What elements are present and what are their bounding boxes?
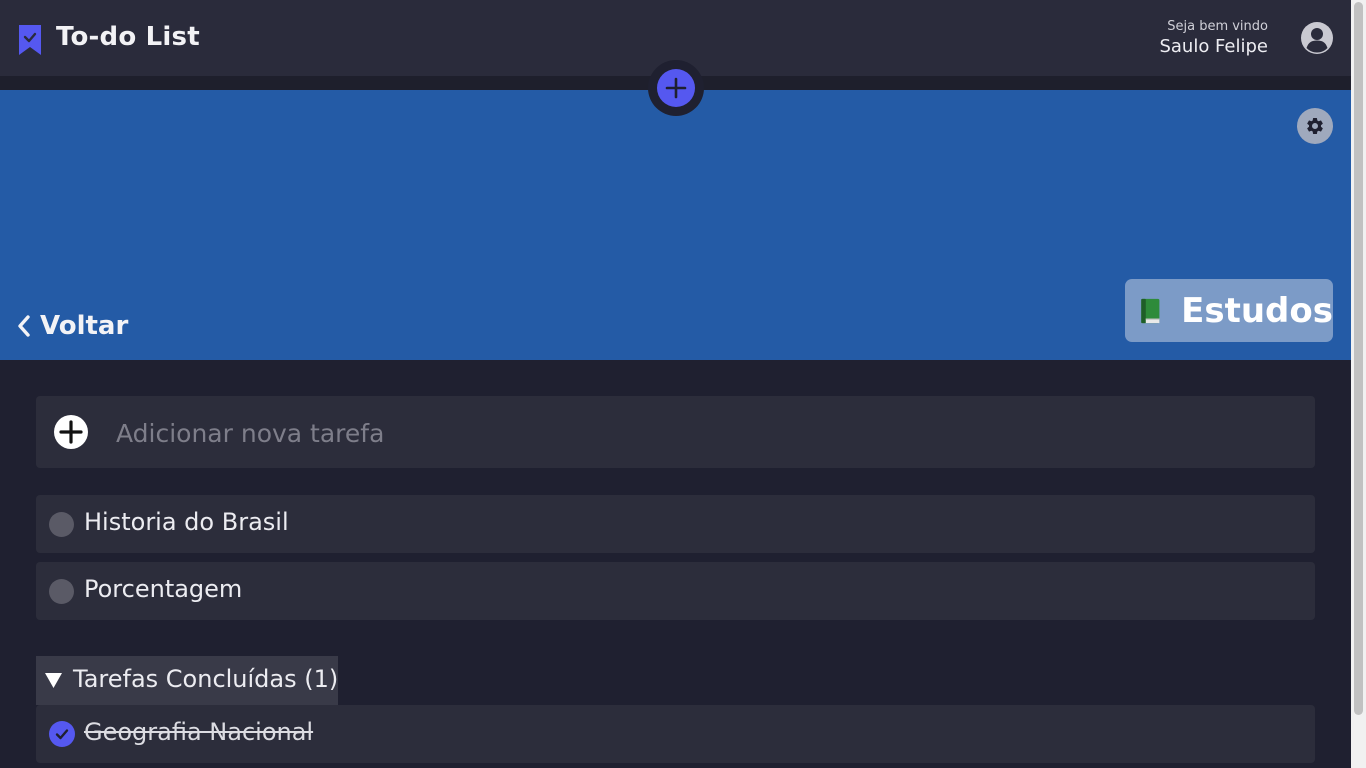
completed-task-item[interactable]: Geografia Nacional [36, 705, 1315, 763]
completed-tasks-toggle[interactable]: Tarefas Concluídas (1) [36, 656, 338, 705]
add-task-plus-icon[interactable] [53, 414, 89, 450]
gear-icon [1307, 117, 1323, 134]
task-label: Historia do Brasil [84, 508, 289, 536]
list-settings-button[interactable] [1297, 108, 1333, 144]
add-task-input[interactable] [114, 412, 1298, 454]
triangle-down-icon [45, 673, 62, 688]
scrollbar-thumb[interactable] [1354, 2, 1363, 715]
welcome-text: Seja bem vindo [1167, 19, 1268, 34]
list-title-badge: Estudos [1125, 279, 1333, 342]
plus-icon [665, 77, 687, 99]
chevron-left-icon [18, 315, 30, 337]
list-title: Estudos [1181, 290, 1333, 331]
completed-tasks-label: Tarefas Concluídas (1) [73, 665, 339, 693]
user-circle-icon[interactable] [1301, 22, 1333, 54]
task-complete-toggle[interactable] [49, 579, 74, 604]
add-task-bar [36, 396, 1315, 468]
app-title: To-do List [56, 22, 200, 52]
bookmark-check-icon [19, 25, 41, 55]
task-complete-toggle[interactable] [49, 512, 74, 537]
green-book-icon [1141, 298, 1160, 323]
check-icon [55, 729, 69, 740]
back-label: Voltar [40, 311, 129, 341]
task-item[interactable]: Porcentagem [36, 562, 1315, 620]
back-button[interactable]: Voltar [16, 309, 128, 343]
task-label: Porcentagem [84, 575, 243, 603]
user-name: Saulo Felipe [1159, 36, 1268, 57]
welcome-block: Seja bem vindo Saulo Felipe [1159, 19, 1268, 59]
task-complete-toggle[interactable] [49, 721, 75, 747]
page-scrollbar[interactable] [1351, 0, 1366, 768]
task-label: Geografia Nacional [84, 718, 314, 746]
task-item[interactable]: Historia do Brasil [36, 495, 1315, 553]
add-list-button[interactable] [657, 69, 695, 107]
